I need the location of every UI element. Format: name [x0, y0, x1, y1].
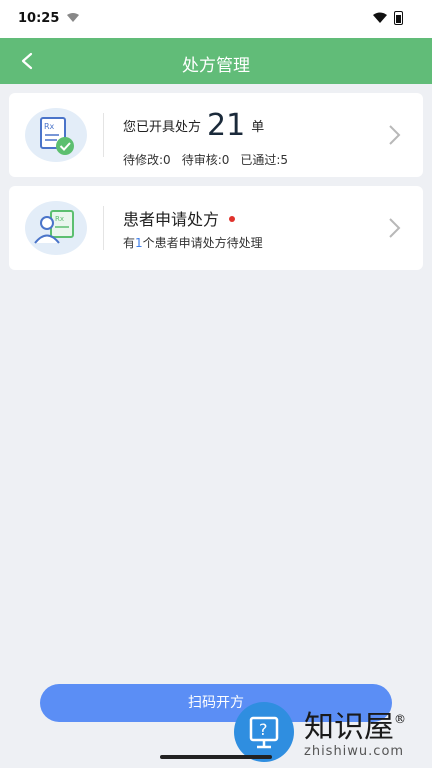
issued-prescriptions-card[interactable]: Rx 您已开具处方 21 单 待修改:0 待审核:0 已通过:5 — [9, 93, 423, 177]
stat-pending-review: 待审核:0 — [181, 153, 230, 167]
status-time: 10:25 — [18, 11, 60, 26]
issued-prefix: 您已开具处方 — [123, 120, 202, 135]
card-divider — [103, 113, 104, 157]
svg-text:?: ? — [259, 720, 268, 739]
svg-text:Rx: Rx — [55, 215, 64, 223]
prescription-approved-icon: Rx — [25, 108, 87, 162]
chevron-right-icon — [389, 125, 401, 145]
patient-prescription-icon: Rx — [25, 201, 87, 255]
help-desk-icon: ? — [234, 702, 294, 762]
prescription-stats: 待修改:0 待审核:0 已通过:5 — [123, 151, 299, 168]
card-divider — [103, 206, 104, 250]
status-bar: 10:25 — [0, 0, 432, 38]
svg-text:Rx: Rx — [44, 122, 55, 131]
page-title: 处方管理 — [182, 56, 250, 76]
issued-unit: 单 — [251, 120, 265, 135]
watermark-url: zhishiwu.com — [304, 744, 405, 759]
wifi-icon — [373, 12, 387, 23]
wifi-off-icon — [67, 13, 79, 22]
patient-request-subtitle: 有1个患者申请处方待处理 — [123, 234, 263, 251]
subtitle-prefix: 有 — [123, 236, 136, 250]
watermark-text: 知识屋® — [304, 710, 406, 745]
issued-count: 21 — [207, 108, 246, 143]
registered-mark: ® — [394, 712, 406, 726]
issued-count-line: 您已开具处方 21 单 — [123, 108, 264, 143]
pending-count: 1 — [135, 236, 143, 250]
patient-request-title: 患者申请处方 — [123, 210, 220, 229]
subtitle-suffix: 个患者申请处方待处理 — [142, 236, 263, 250]
patient-request-title-line: 患者申请处方 — [123, 206, 236, 230]
stat-pending-edit: 待修改:0 — [123, 153, 171, 167]
app-bar: 处方管理 — [0, 38, 432, 84]
patient-requests-card[interactable]: Rx 患者申请处方 有1个患者申请处方待处理 — [9, 186, 423, 270]
chevron-right-icon — [389, 218, 401, 238]
stat-approved: 已通过:5 — [240, 153, 289, 167]
battery-icon — [394, 11, 403, 25]
notification-dot — [229, 216, 236, 222]
navigation-handle[interactable] — [160, 755, 272, 759]
